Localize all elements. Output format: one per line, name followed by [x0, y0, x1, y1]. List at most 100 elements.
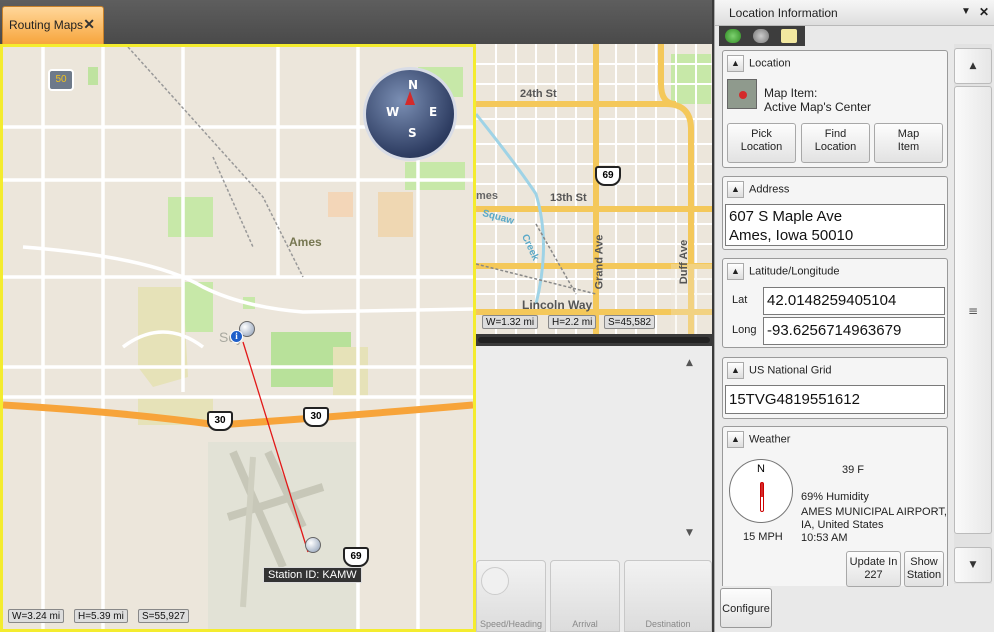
usng-field[interactable]: 15TVG4819551612	[725, 385, 945, 414]
collapse-icon[interactable]: ▲	[727, 431, 744, 448]
panel-title: Location Information	[729, 6, 838, 20]
gauge-label: Speed/Heading	[479, 619, 543, 629]
lat-label: Lat	[732, 294, 748, 306]
tab-routing-maps[interactable]: Routing Maps ✕	[2, 6, 104, 44]
address-line1: 607 S Maple Ave	[729, 208, 843, 225]
weather-section: ▲ Weather N 39 F 69% Humidity AMES MUNICI…	[722, 426, 948, 587]
main-map[interactable]: 50 Ames Sdy 30 30 69 N E S W i Station I…	[0, 44, 476, 632]
collapse-icon[interactable]: ▲	[727, 181, 744, 198]
street-label-24th: 24th St	[520, 88, 557, 100]
gauge-label: Arrival	[572, 619, 598, 629]
compass-needle	[405, 91, 415, 105]
close-icon[interactable]: ✕	[979, 5, 989, 19]
address-title: Address	[749, 183, 790, 196]
configure-button[interactable]: Configure	[720, 588, 772, 628]
weather-temp: 39 F	[842, 464, 865, 476]
weather-station-name: AMES MUNICIPAL AIRPORT,	[801, 506, 947, 518]
weather-station-location: IA, United States	[801, 519, 884, 531]
scroll-up-icon[interactable]: ▲	[954, 48, 992, 84]
route-50-shield: 50	[48, 69, 74, 91]
weather-humidity: 69% Humidity	[801, 491, 869, 503]
route-30-shield: 30	[207, 411, 233, 431]
compass-south: S	[408, 126, 417, 140]
compass-north: N	[408, 78, 419, 92]
button-label: Station	[906, 569, 942, 581]
secondary-map[interactable]: 24th St 13th St mes Squaw Creek Grand Av…	[476, 44, 712, 334]
forward-icon[interactable]	[753, 29, 769, 43]
scroll-up-icon[interactable]: ▲	[686, 358, 693, 368]
back-icon[interactable]	[725, 29, 741, 43]
address-field[interactable]: 607 S Maple Ave Ames, Iowa 50010	[725, 204, 945, 246]
secondary-map-canvas	[476, 44, 712, 334]
wind-compass-icon: N	[729, 459, 793, 523]
lat-field[interactable]: 42.0148259405104	[763, 287, 945, 315]
compass-east: E	[429, 105, 438, 119]
home-icon[interactable]	[781, 29, 797, 43]
panel-scrollbar[interactable]: ▲ ≡ ▼	[954, 44, 992, 584]
scroll-thumb[interactable]: ≡	[954, 86, 992, 534]
long-field[interactable]: -93.6256714963679	[763, 317, 945, 345]
button-label: Location	[814, 141, 857, 153]
gauge-arrival[interactable]: Arrival	[550, 560, 620, 632]
collapse-icon[interactable]: ▲	[727, 362, 744, 379]
button-label: Item	[897, 141, 920, 153]
close-icon[interactable]: ✕	[83, 16, 95, 33]
gauge-speed-heading[interactable]: Speed/Heading	[476, 560, 546, 632]
map-scale-width: W=1.32 mi	[482, 315, 539, 329]
compass-icon[interactable]: N E S W	[363, 67, 457, 161]
station-tooltip: Station ID: KAMW	[263, 567, 362, 583]
usng-section: ▲ US National Grid 15TVG4819551612	[722, 357, 948, 419]
button-label: Pick	[751, 128, 772, 140]
lower-panel: ▲ ▼ Speed/Heading Arrival Destination	[476, 346, 712, 632]
latlong-section: ▲ Latitude/Longitude Lat 42.0148259405104…	[722, 258, 948, 348]
show-station-button[interactable]: Show Station	[904, 551, 944, 587]
map-scale-height: H=2.2 mi	[548, 315, 597, 329]
collapse-icon[interactable]: ▲	[727, 55, 744, 72]
street-label-duff: Duff Ave	[678, 239, 691, 285]
pick-location-button[interactable]: Pick Location	[727, 123, 796, 163]
address-header: ▲ Address	[727, 181, 789, 199]
panel-header: Location Information ▼ ✕	[715, 0, 994, 26]
location-header: ▲ Location	[727, 55, 791, 73]
map-item-icon	[727, 79, 757, 109]
station-pin-icon[interactable]	[305, 537, 321, 553]
find-location-button[interactable]: Find Location	[801, 123, 870, 163]
update-weather-button[interactable]: Update In 227	[846, 551, 901, 587]
tab-bar	[0, 0, 714, 44]
map-item-label: Map Item:	[764, 86, 818, 100]
city-label: Ames	[289, 235, 322, 249]
usng-header: ▲ US National Grid	[727, 362, 832, 380]
address-line2: Ames, Iowa 50010	[729, 227, 854, 244]
route-69-shield: 69	[343, 547, 369, 567]
gauge-destination[interactable]: Destination	[624, 560, 712, 632]
scroll-down-icon[interactable]: ▼	[954, 547, 992, 583]
weather-title: Weather	[749, 433, 791, 446]
scroll-down-icon[interactable]: ▼	[686, 528, 693, 538]
wind-needle	[760, 482, 764, 512]
long-label: Long	[732, 324, 757, 336]
chevron-down-icon[interactable]: ▼	[961, 6, 971, 17]
map-scale-ratio: S=45,582	[604, 315, 656, 329]
weather-header: ▲ Weather	[727, 431, 790, 449]
street-label-lincoln: Lincoln Way	[522, 298, 593, 312]
info-icon[interactable]: i	[230, 330, 243, 343]
street-label-13th: 13th St	[550, 192, 587, 204]
usng-title: US National Grid	[749, 364, 832, 377]
button-label: Update In	[849, 556, 898, 568]
gauge-label: Destination	[645, 619, 691, 629]
button-label: Find	[824, 128, 847, 140]
secondary-map-scrollbar[interactable]	[476, 334, 712, 346]
city-label-partial: mes	[476, 190, 499, 202]
button-label: Map	[897, 128, 920, 140]
latlong-header: ▲ Latitude/Longitude	[727, 263, 840, 281]
gauge-dial-icon	[481, 567, 509, 595]
address-section: ▲ Address 607 S Maple Ave Ames, Iowa 5001…	[722, 176, 948, 250]
collapse-icon[interactable]: ▲	[727, 263, 744, 280]
wind-speed: 15 MPH	[743, 531, 783, 543]
map-scale-ratio: S=55,927	[138, 609, 190, 623]
location-section: ▲ Location Map Item: Active Map's Center …	[722, 50, 948, 168]
location-title: Location	[749, 57, 791, 70]
map-item-button[interactable]: Map Item	[874, 123, 943, 163]
button-label: 227	[864, 569, 883, 581]
nav-toolbar	[719, 26, 805, 46]
